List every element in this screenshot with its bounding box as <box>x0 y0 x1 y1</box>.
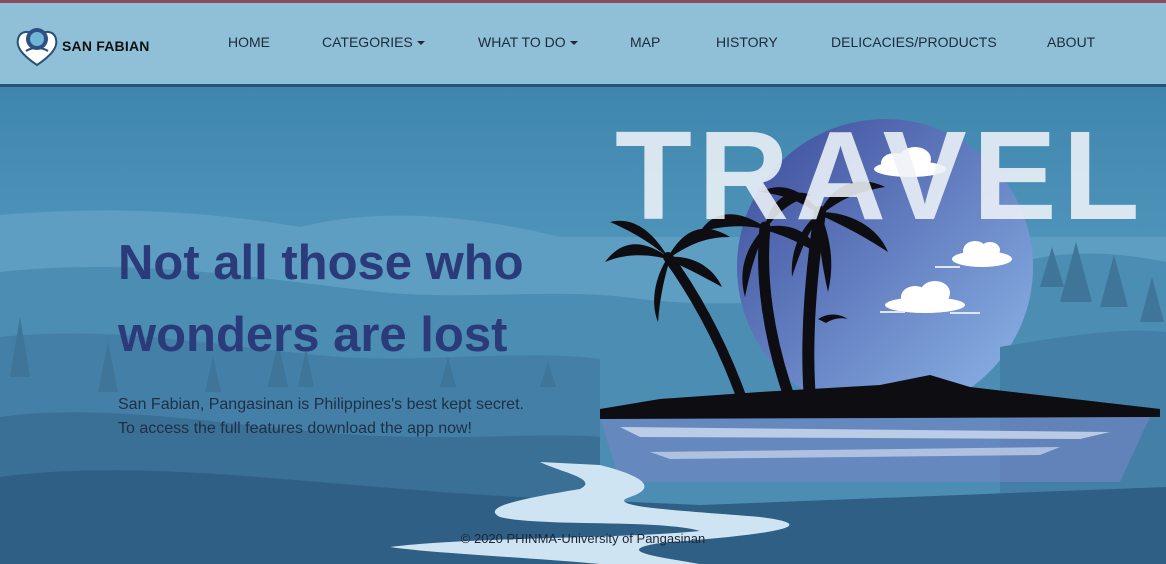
hero-subtext-line-1: San Fabian, Pangasinan is Philippines's … <box>118 396 524 413</box>
nav-delicacies-products[interactable]: DELICACIES/PRODUCTS <box>831 34 997 50</box>
nav-map[interactable]: MAP <box>630 34 660 50</box>
hero-headline: Not all those who wonders are lost <box>118 227 598 371</box>
navbar: SAN FABIAN HOME CATEGORIES WHAT TO DO MA… <box>0 3 1166 87</box>
hero-headline-line-2: wonders are lost <box>118 308 508 362</box>
nav-categories[interactable]: CATEGORIES <box>322 34 425 50</box>
nav-home[interactable]: HOME <box>228 34 270 50</box>
hero-banner: TRAVEL Not all those who wonders are los… <box>0 87 1166 564</box>
hero-subtext-line-2: To access the full features download the… <box>118 420 472 437</box>
nav-history[interactable]: HISTORY <box>716 34 778 50</box>
nav-what-to-do[interactable]: WHAT TO DO <box>478 34 578 50</box>
chevron-down-icon <box>569 41 578 46</box>
footer-copyright: © 2020 PHINMA-University of Pangasinan <box>460 531 706 546</box>
nav-what-to-do-label: WHAT TO DO <box>478 34 566 50</box>
nav-about[interactable]: ABOUT <box>1047 34 1095 50</box>
hero-subtext: San Fabian, Pangasinan is Philippines's … <box>118 393 524 441</box>
travel-word: TRAVEL <box>615 105 1146 246</box>
nav-categories-label: CATEGORIES <box>322 34 413 50</box>
hero-headline-line-1: Not all those who <box>118 236 524 290</box>
chevron-down-icon <box>416 41 425 46</box>
main-nav: HOME CATEGORIES WHAT TO DO MAP HISTORY D… <box>0 3 1166 87</box>
